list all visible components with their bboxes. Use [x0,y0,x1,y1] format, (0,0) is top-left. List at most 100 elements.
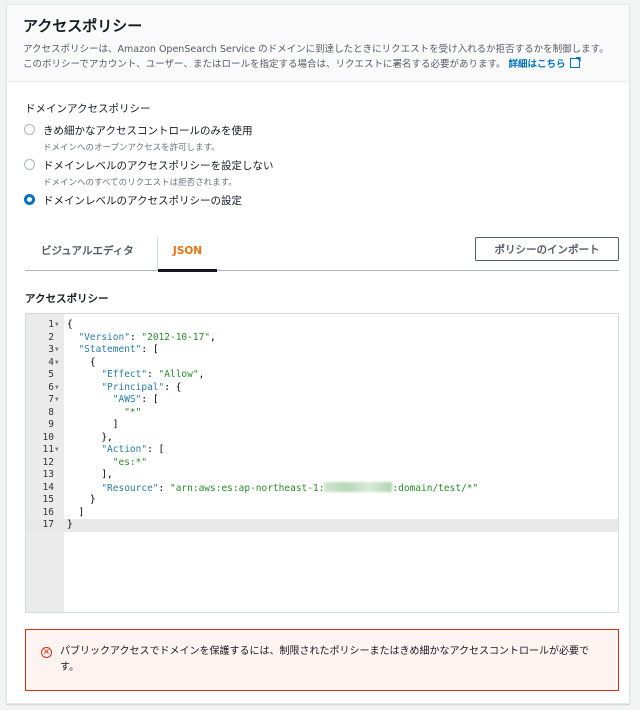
line-number: 3 [48,344,54,355]
description: アクセスポリシーは、Amazon OpenSearch Service のドメイ… [23,42,613,72]
radio-sub: ドメインへのすべてのリクエストは拒否されます。 [43,178,237,188]
json-punct [67,382,101,393]
line-number: 9 [48,419,54,430]
code-line: 5 "Effect": "Allow", [26,369,618,382]
json-punct: }, [67,431,113,443]
radio-sub: ドメインへのオープンアクセスを許可します。 [43,143,220,153]
json-string: "arn:aws:es:ap-northeast-1: [169,482,325,494]
json-punct [67,344,78,355]
code-line: 12 "es:*" [26,457,618,470]
json-punct: : { [164,381,182,393]
radio-set-domain-policy[interactable]: ドメインレベルのアクセスポリシーの設定 [24,193,242,208]
learn-more-link[interactable]: 詳細はこちら [508,58,580,70]
line-number: 12 [42,456,54,468]
json-punct [67,444,101,455]
line-number: 1 [48,319,54,330]
code-text: "Action": [ [67,444,164,457]
json-punct: { [67,356,96,368]
line-number: 2 [48,331,54,343]
line-number: 10 [42,431,54,443]
code-text: "*" [67,407,141,420]
radio-no-domain-policy[interactable]: ドメインレベルのアクセスポリシーを設定しない ドメインへのすべてのリクエストは拒否… [24,158,273,188]
page-title: アクセスポリシー [23,17,143,35]
line-number: 14 [42,481,54,493]
code-line: 6 ▼ "Principal": { [26,382,618,395]
line-number: 11 [42,444,54,455]
json-punct: { [67,319,73,330]
fold-arrow-icon[interactable]: ▼ [55,344,59,357]
code-line: 16 ] [26,507,618,520]
code-text: ], [67,469,113,482]
json-string: "2012-10-17" [141,331,211,343]
line-number: 5 [48,369,54,380]
redacted-account-id [324,481,393,492]
tab-visual-editor[interactable]: ビジュアルエディタ [41,237,134,271]
code-text: { [67,357,96,370]
fold-arrow-icon[interactable]: ▼ [55,382,59,395]
tab-json[interactable]: JSON [157,237,217,272]
fold-arrow-icon[interactable]: ▼ [55,394,59,407]
code-line: 7 ▼ "AWS": [ [26,394,618,407]
line-number: 8 [48,406,54,418]
line-number: 7 [48,394,54,405]
json-punct: , [198,369,205,380]
line-number: 4 [48,356,54,368]
error-alert: × パブリックアクセスでドメインを保護するには、制限されたポリシーまたはきめ細か… [25,629,619,691]
json-key: "Version" [78,331,130,343]
json-string: "*" [124,406,142,418]
json-key: "Principal" [101,381,165,393]
code-line: 3 ▼ "Statement": [ [26,344,618,357]
code-text: "AWS": [ [67,394,159,407]
fold-arrow-icon[interactable]: ▼ [55,357,59,370]
fold-arrow-icon[interactable]: ▼ [55,319,59,332]
code-text: }, [67,431,113,445]
code-line: 11 ▼ "Action": [ [26,444,618,457]
code-text: } [67,519,73,532]
code-line: 4 ▼ { [26,357,618,370]
json-key: "Statement" [78,344,142,355]
import-policy-button[interactable]: ポリシーのインポート [475,237,619,261]
radio-fine-grained-only[interactable]: きめ細かなアクセスコントロールのみを使用 ドメインへのオープンアクセスを許可します… [24,123,252,153]
code-line: 17} [26,519,618,532]
json-punct: : [ [141,344,159,355]
json-punct [67,457,113,468]
json-punct [67,332,78,343]
code-line: 13 ], [26,469,618,482]
json-key: "Effect" [101,369,148,380]
radio-label: ドメインレベルのアクセスポリシーを設定しない [43,160,274,172]
code-text: "Statement": [ [67,344,159,357]
radio-label: ドメインレベルのアクセスポリシーの設定 [43,195,242,207]
radio-circle-icon[interactable] [24,124,35,135]
panel-header: アクセスポリシー アクセスポリシーは、Amazon OpenSearch Ser… [7,5,629,82]
code-line: 1 ▼ { [26,319,618,332]
code-lines: 1 ▼{2 "Version": "2012-10-17", 3 ▼ "Stateme… [26,319,618,532]
json-punct: ], [67,469,113,480]
external-link-icon [569,58,580,68]
json-punct: } [67,519,73,530]
line-number: 16 [42,506,54,518]
fold-arrow-icon[interactable]: ▼ [55,444,59,457]
radio-selected-icon[interactable] [24,194,35,205]
json-punct: ] [67,419,119,430]
code-line: 10 }, [26,432,618,445]
json-punct: : [ [147,444,165,455]
learn-more-label: 詳細はこちら [508,59,566,70]
json-punct: : [129,331,142,343]
code-text: "es:*" [67,457,147,470]
code-line: 9 ] [26,419,618,432]
line-number: 6 [48,381,54,393]
json-punct: : [147,369,159,380]
code-text: } [67,494,96,507]
json-punct: : [ [141,394,159,405]
json-key: "Action" [101,444,148,455]
code-text: "Principal": { [67,382,181,395]
json-punct [67,394,113,405]
code-line: 15 } [26,494,618,507]
json-punct [67,407,124,418]
radio-circle-icon[interactable] [24,159,35,170]
json-punct [67,369,101,380]
error-icon: × [41,647,52,658]
line-number: 17 [42,519,54,530]
code-text: ] [67,507,84,520]
json-code-editor[interactable]: 1 ▼{2 "Version": "2012-10-17", 3 ▼ "Stateme… [25,313,619,613]
